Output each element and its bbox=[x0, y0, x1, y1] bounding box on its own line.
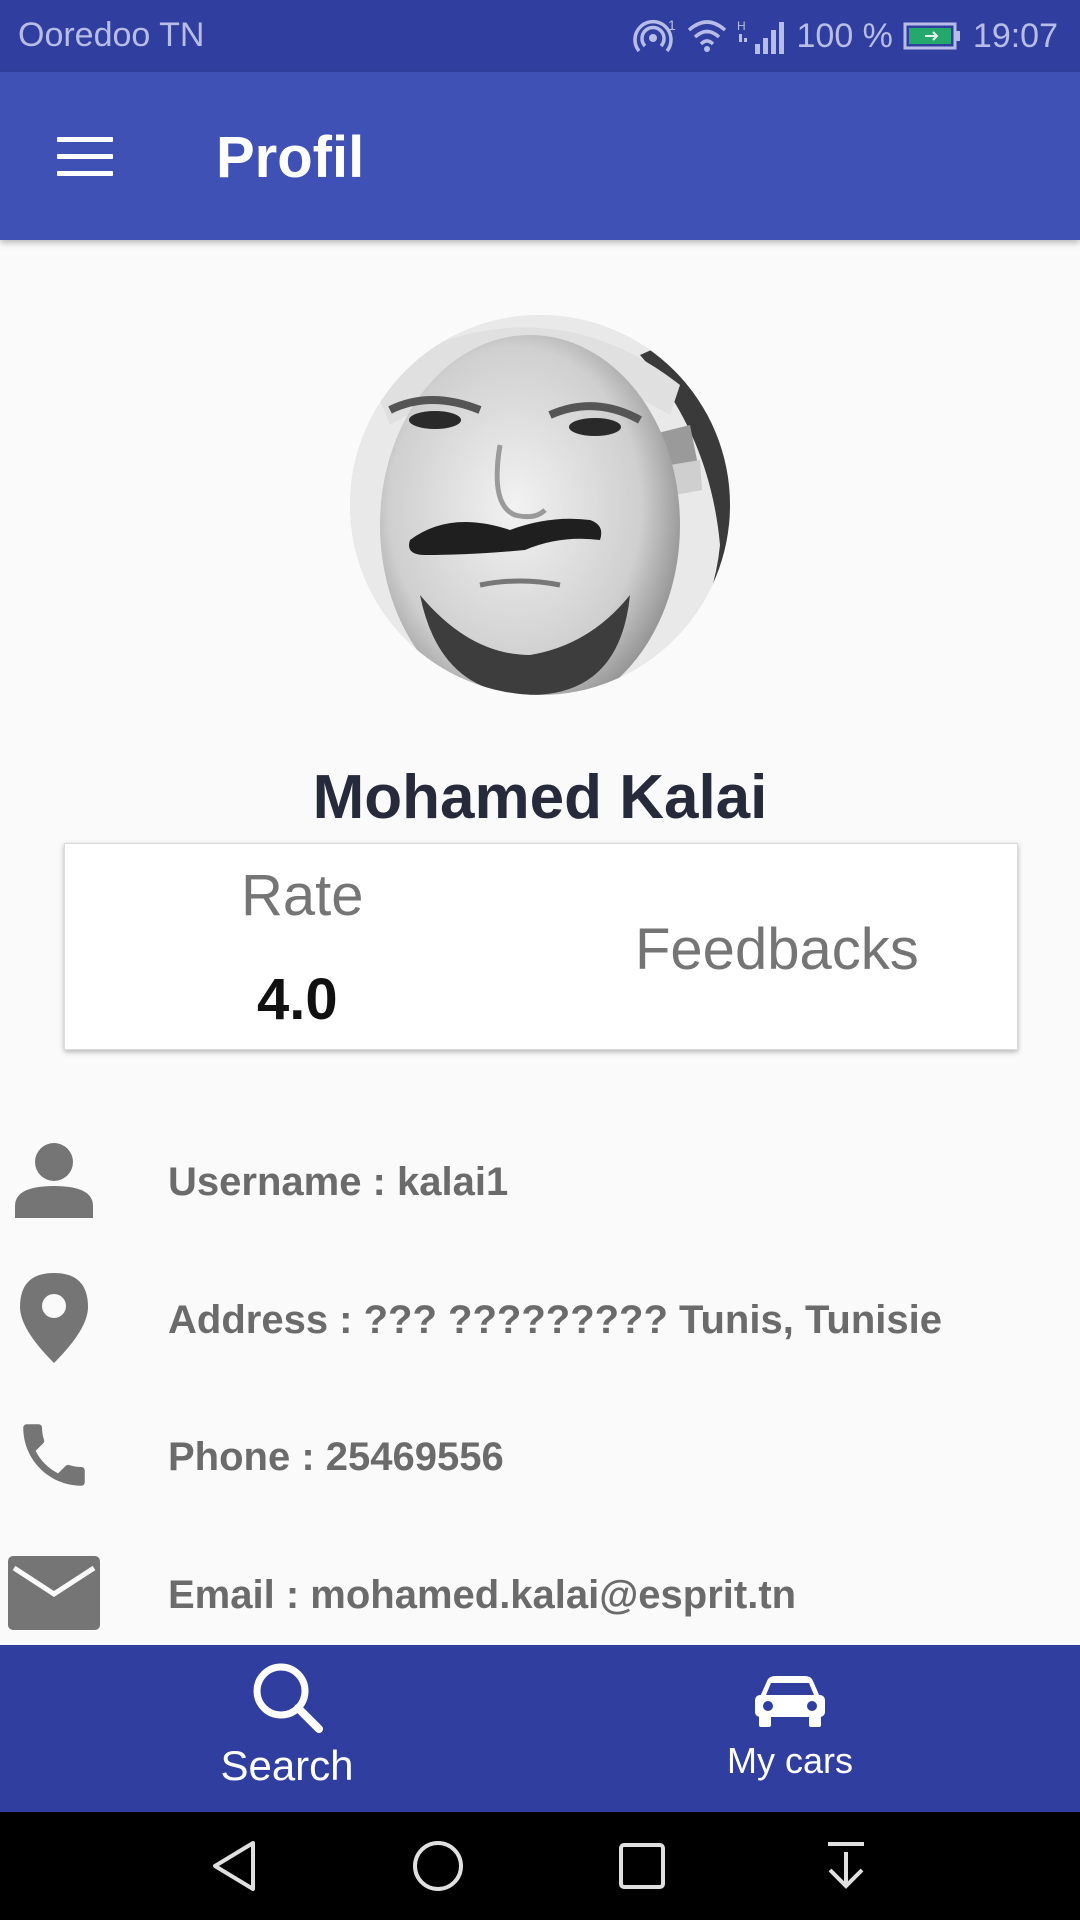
svg-text:H: H bbox=[737, 19, 746, 33]
svg-text:1: 1 bbox=[668, 17, 676, 33]
system-nav-bar bbox=[0, 1812, 1080, 1920]
bottom-nav: Search My cars bbox=[0, 1645, 1080, 1812]
notification-drawer-icon[interactable] bbox=[814, 1834, 878, 1898]
profile-photo bbox=[350, 315, 730, 695]
back-icon[interactable] bbox=[202, 1834, 266, 1898]
status-bar: Ooredoo TN 1 H 100 % 19:07 bbox=[0, 0, 1080, 72]
username-text: Username : kalai1 bbox=[168, 1160, 509, 1204]
nav-search[interactable]: Search bbox=[187, 1645, 387, 1812]
email-row: Email : mohamed.kalai@esprit.tn bbox=[0, 1533, 1080, 1653]
app-bar: Profil bbox=[0, 72, 1080, 240]
profile-name: Mohamed Kalai bbox=[312, 763, 768, 832]
menu-icon[interactable] bbox=[40, 116, 130, 196]
wifi-icon bbox=[687, 18, 727, 54]
home-icon[interactable] bbox=[406, 1834, 470, 1898]
signal-icon: H bbox=[737, 16, 787, 56]
person-icon bbox=[8, 1120, 100, 1240]
nav-search-label: Search bbox=[220, 1742, 354, 1789]
location-pin-icon bbox=[8, 1258, 100, 1378]
phone-row: Phone : 25469556 bbox=[0, 1395, 1080, 1515]
recents-icon[interactable] bbox=[610, 1834, 674, 1898]
battery-percent: 100 % bbox=[796, 16, 893, 55]
email-text: Email : mohamed.kalai@esprit.tn bbox=[168, 1573, 797, 1617]
username-row: Username : kalai1 bbox=[0, 1120, 1080, 1240]
avatar[interactable] bbox=[350, 315, 730, 695]
rate-value: 4.0 bbox=[257, 967, 338, 1032]
phone-icon bbox=[8, 1395, 100, 1515]
nav-my-cars-label: My cars bbox=[727, 1740, 853, 1781]
nav-my-cars[interactable]: My cars bbox=[690, 1645, 890, 1812]
carrier-name: Ooredoo TN bbox=[18, 16, 205, 54]
email-icon bbox=[8, 1533, 100, 1653]
hotspot-icon: 1 bbox=[632, 16, 677, 56]
battery-icon bbox=[903, 21, 963, 51]
status-icons: 1 H 100 % 19:07 bbox=[632, 14, 1058, 58]
feedbacks-button[interactable]: Feedbacks bbox=[635, 916, 919, 983]
address-row: Address : ??? ????????? Tunis, Tunisie bbox=[0, 1258, 1080, 1378]
page-title: Profil bbox=[216, 125, 365, 190]
address-text: Address : ??? ????????? Tunis, Tunisie bbox=[168, 1298, 943, 1342]
search-icon bbox=[249, 1659, 325, 1740]
car-icon bbox=[753, 1675, 827, 1734]
stats-card: Rate 4.0 Feedbacks bbox=[64, 843, 1018, 1050]
phone-text: Phone : 25469556 bbox=[168, 1435, 504, 1479]
rate-label: Rate bbox=[241, 863, 364, 928]
clock: 19:07 bbox=[972, 16, 1058, 55]
